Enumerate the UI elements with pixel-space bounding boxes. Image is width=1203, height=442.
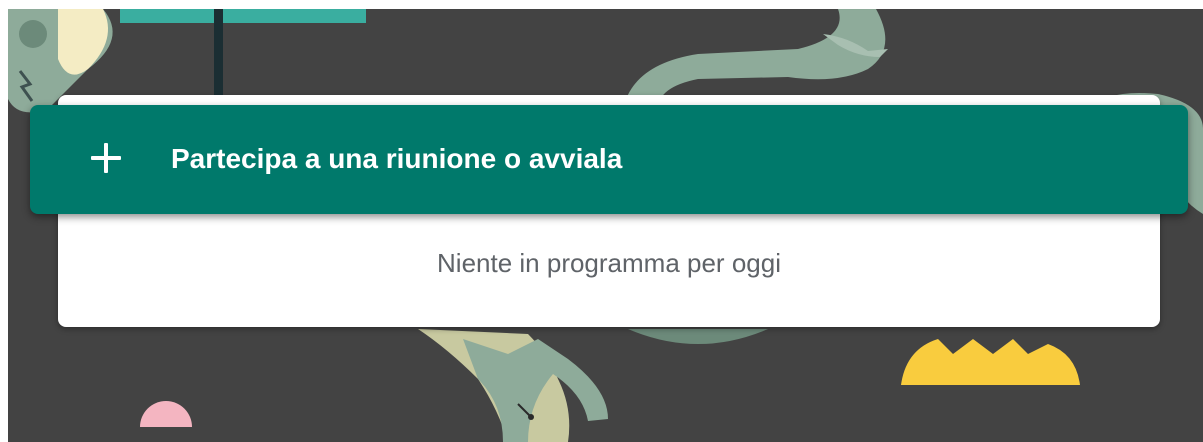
right-creature-shape [623,9,886,109]
bottom-creature-dot [528,414,534,420]
dark-pole-shape [214,9,223,109]
left-creature-eye [19,20,47,48]
pink-semicircle-shape [140,401,192,427]
teal-banner-shape [120,9,366,23]
left-creature-cream [58,9,108,75]
join-or-start-meeting-button[interactable]: Partecipa a una riunione o avviala [30,105,1188,214]
green-arc-shape [628,329,768,344]
empty-schedule-message: Niente in programma per oggi [437,248,781,278]
yellow-sun-shape [901,339,1080,385]
join-meeting-label: Partecipa a una riunione o avviala [171,143,623,174]
plus-icon [91,143,121,173]
